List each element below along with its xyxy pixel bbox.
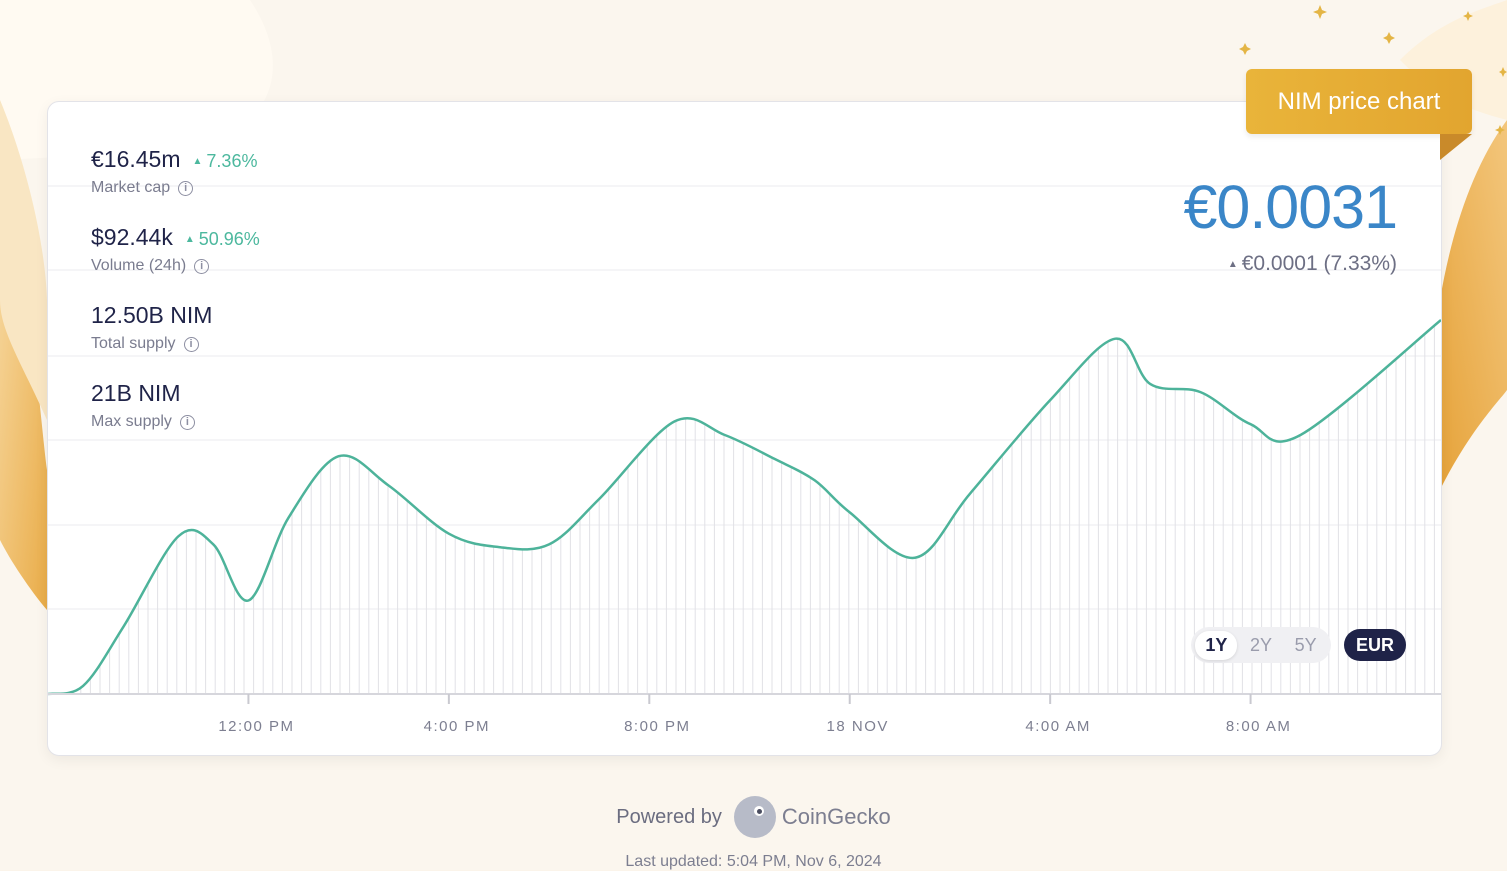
stat-change-value: 50.96% bbox=[198, 229, 260, 249]
stat-label: Volume (24h) bbox=[91, 257, 187, 274]
info-icon[interactable]: i bbox=[194, 258, 210, 274]
price-chart-card: 12:00 PM 4:00 PM 8:00 PM 18 NOV 4:00 AM 8:00 … bbox=[47, 101, 1442, 756]
chart-title-badge: NIM price chart bbox=[1246, 69, 1472, 134]
up-triangle-icon: ▲ bbox=[192, 156, 203, 167]
current-price: €0.0031 bbox=[1183, 173, 1398, 241]
currency-button[interactable]: EUR bbox=[1344, 629, 1406, 661]
stat-max-supply: 21B NIM Max supply i bbox=[91, 380, 260, 458]
x-axis: 12:00 PM 4:00 PM 8:00 PM 18 NOV 4:00 AM 8:00 … bbox=[48, 693, 1441, 735]
stat-change: ▲ 50.96% bbox=[185, 229, 260, 250]
stat-value: €16.45m bbox=[91, 146, 181, 172]
stats-panel: €16.45m ▲ 7.36% Market cap i $92.44k ▲ 50.9… bbox=[91, 146, 260, 458]
up-triangle-icon: ▲ bbox=[1227, 259, 1238, 270]
x-tick-label: 12:00 PM bbox=[218, 718, 294, 735]
info-icon[interactable]: i bbox=[183, 336, 199, 352]
time-range-selector: 1Y 2Y 5Y bbox=[1191, 627, 1331, 663]
stat-value: 12.50B NIM bbox=[91, 302, 213, 328]
stat-label: Market cap bbox=[91, 179, 171, 196]
stat-volume: $92.44k ▲ 50.96% Volume (24h) i bbox=[91, 224, 260, 302]
x-tick-label: 4:00 AM bbox=[1025, 718, 1091, 735]
stat-market-cap: €16.45m ▲ 7.36% Market cap i bbox=[91, 146, 260, 224]
stat-total-supply: 12.50B NIM Total supply i bbox=[91, 302, 260, 380]
last-updated: Last updated: 5:04 PM, Nov 6, 2024 bbox=[625, 853, 882, 870]
x-tick-label: 4:00 PM bbox=[424, 718, 490, 735]
range-2y-button[interactable]: 2Y bbox=[1240, 631, 1282, 660]
stat-label: Total supply bbox=[91, 335, 176, 352]
info-icon[interactable]: i bbox=[178, 180, 194, 196]
coingecko-brand[interactable]: CoinGecko bbox=[782, 804, 891, 830]
x-tick-label: 8:00 PM bbox=[624, 718, 690, 735]
stat-change: ▲ 7.36% bbox=[193, 151, 258, 172]
coingecko-logo-icon[interactable] bbox=[733, 796, 776, 838]
powered-by: Powered by CoinGecko bbox=[0, 796, 1507, 838]
price-change-value: €0.0001 (7.33%) bbox=[1241, 252, 1397, 275]
range-5y-button[interactable]: 5Y bbox=[1285, 631, 1327, 660]
range-1y-button[interactable]: 1Y bbox=[1195, 630, 1238, 660]
badge-fold bbox=[1440, 134, 1472, 160]
up-triangle-icon: ▲ bbox=[184, 234, 195, 245]
stat-value: $92.44k bbox=[91, 224, 173, 250]
x-tick-label: 18 NOV bbox=[827, 718, 889, 735]
info-icon[interactable]: i bbox=[179, 414, 195, 430]
stat-change-value: 7.36% bbox=[206, 151, 258, 171]
powered-by-text: Powered by bbox=[616, 805, 722, 828]
price-change: ▲ €0.0001 (7.33%) bbox=[1228, 252, 1397, 276]
x-tick-label: 8:00 AM bbox=[1226, 718, 1292, 735]
stat-value: 21B NIM bbox=[91, 380, 181, 406]
stat-label: Max supply bbox=[91, 413, 172, 430]
